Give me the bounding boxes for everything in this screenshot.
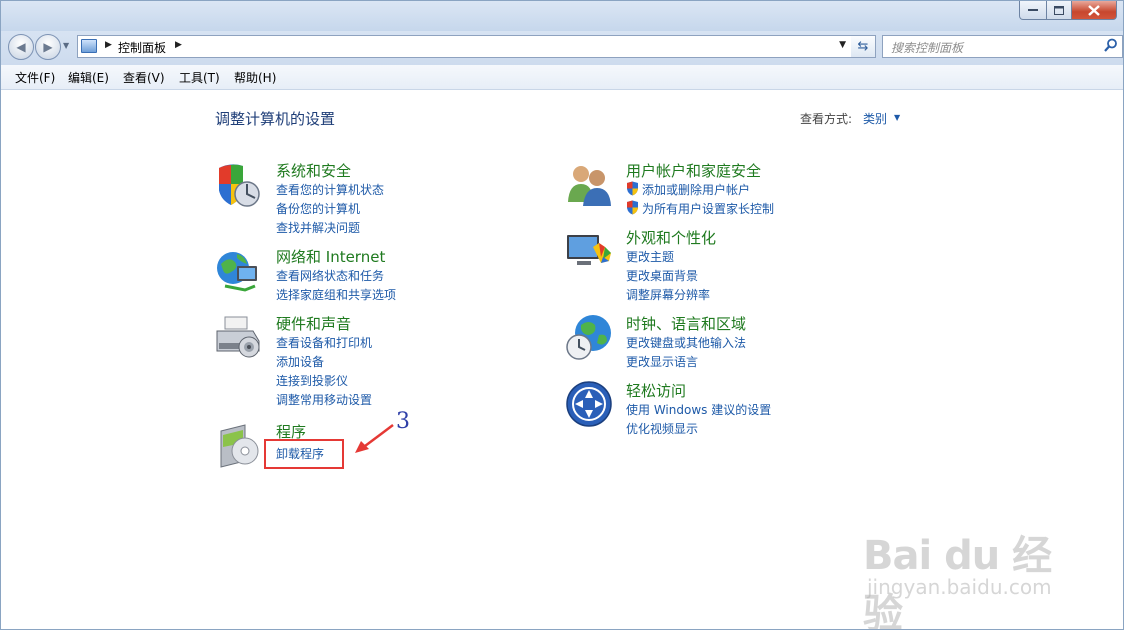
search-input[interactable]: 搜索控制面板: [882, 35, 1123, 58]
watermark-url: jingyan.baidu.com: [867, 575, 1052, 599]
highlight-box: [264, 439, 344, 469]
back-button[interactable]: ◀: [8, 34, 34, 60]
link-display-language[interactable]: 更改显示语言: [626, 353, 698, 370]
address-bar[interactable]: ▶ 控制面板 ▶ ▼: [77, 35, 853, 58]
close-icon: [1088, 4, 1100, 16]
view-by-label: 查看方式:: [800, 112, 853, 126]
link-connect-projector[interactable]: 连接到投影仪: [276, 372, 348, 389]
link-recommended-settings[interactable]: 使用 Windows 建议的设置: [626, 401, 771, 418]
address-dropdown-icon[interactable]: ▼: [839, 40, 846, 50]
refresh-icon: ⇆: [857, 39, 869, 54]
link-mobility-settings[interactable]: 调整常用移动设置: [276, 391, 372, 408]
category-title[interactable]: 网络和 Internet: [276, 246, 385, 267]
link-add-remove-accounts[interactable]: 添加或删除用户帐户: [642, 181, 750, 198]
title-bar: [1, 1, 1123, 31]
back-arrow-icon: ◀: [16, 40, 26, 54]
link-view-computer-status[interactable]: 查看您的计算机状态: [276, 181, 384, 198]
view-by-chevron-icon[interactable]: ▼: [894, 113, 900, 122]
link-backup-computer[interactable]: 备份您的计算机: [276, 200, 360, 217]
programs-disc-icon[interactable]: [215, 421, 263, 469]
link-change-theme[interactable]: 更改主题: [626, 248, 674, 265]
ease-of-access-icon[interactable]: [565, 380, 613, 428]
link-network-status[interactable]: 查看网络状态和任务: [276, 267, 384, 284]
link-homegroup-sharing[interactable]: 选择家庭组和共享选项: [276, 286, 396, 303]
breadcrumb-control-panel[interactable]: 控制面板: [118, 39, 166, 56]
link-desktop-background[interactable]: 更改桌面背景: [626, 267, 698, 284]
refresh-button[interactable]: ⇆: [851, 35, 876, 58]
category-title[interactable]: 外观和个性化: [626, 227, 716, 248]
search-icon[interactable]: [1104, 38, 1118, 52]
menu-view[interactable]: 查看(V): [123, 69, 165, 86]
link-optimize-video[interactable]: 优化视频显示: [626, 420, 698, 437]
close-button[interactable]: [1072, 1, 1117, 20]
category-title[interactable]: 硬件和声音: [276, 313, 351, 334]
address-toolbar: ◀ ▶ ▼ ▶ 控制面板 ▶ ▼ ⇆ 搜索控制面板: [1, 31, 1123, 65]
menu-help[interactable]: 帮助(H): [234, 69, 276, 86]
maximize-button[interactable]: [1047, 1, 1072, 20]
uac-shield-icon: [627, 200, 638, 215]
watermark: Bai du 经验 jingyan.baidu.com: [863, 509, 1073, 629]
search-placeholder: 搜索控制面板: [891, 41, 964, 55]
minimize-icon: [1028, 9, 1038, 11]
annotation-arrow-icon: [355, 424, 394, 453]
users-icon[interactable]: [565, 160, 613, 208]
category-title[interactable]: 用户帐户和家庭安全: [626, 160, 761, 181]
breadcrumb-arrow-icon[interactable]: ▶: [105, 40, 112, 50]
category-title[interactable]: 系统和安全: [276, 160, 351, 181]
breadcrumb-arrow-icon[interactable]: ▶: [175, 40, 182, 50]
uac-shield-icon: [627, 181, 638, 196]
recent-pages-dropdown[interactable]: ▼: [63, 41, 69, 50]
forward-arrow-icon: ▶: [43, 40, 53, 54]
menu-edit[interactable]: 编辑(E): [68, 69, 109, 86]
link-add-device[interactable]: 添加设备: [276, 353, 324, 370]
maximize-icon: [1054, 5, 1064, 15]
control-panel-window: ◀ ▶ ▼ ▶ 控制面板 ▶ ▼ ⇆ 搜索控制面板 文件(F) 编辑(E) 查看…: [0, 0, 1124, 630]
category-title[interactable]: 时钟、语言和区域: [626, 313, 746, 334]
network-globe-icon[interactable]: [215, 246, 263, 294]
minimize-button[interactable]: [1019, 1, 1047, 20]
category-title[interactable]: 轻松访问: [626, 380, 686, 401]
link-troubleshoot[interactable]: 查找并解决问题: [276, 219, 360, 236]
control-panel-icon: [81, 39, 97, 53]
link-devices-printers[interactable]: 查看设备和打印机: [276, 334, 372, 351]
monitor-palette-icon[interactable]: [565, 227, 613, 275]
menu-bar: 文件(F) 编辑(E) 查看(V) 工具(T) 帮助(H): [1, 65, 1123, 90]
annotation-number: 3: [396, 409, 410, 434]
menu-tools[interactable]: 工具(T): [179, 69, 220, 86]
page-title: 调整计算机的设置: [215, 110, 336, 128]
shield-icon[interactable]: [215, 160, 263, 208]
link-change-keyboard[interactable]: 更改键盘或其他输入法: [626, 334, 746, 351]
view-by-dropdown[interactable]: 类别: [863, 110, 887, 127]
clock-globe-icon[interactable]: [565, 313, 613, 361]
window-controls: [1019, 1, 1117, 20]
link-parental-controls[interactable]: 为所有用户设置家长控制: [642, 200, 774, 217]
printer-icon[interactable]: [215, 313, 263, 361]
link-screen-resolution[interactable]: 调整屏幕分辨率: [626, 286, 710, 303]
forward-button[interactable]: ▶: [35, 34, 61, 60]
menu-file[interactable]: 文件(F): [15, 69, 55, 86]
